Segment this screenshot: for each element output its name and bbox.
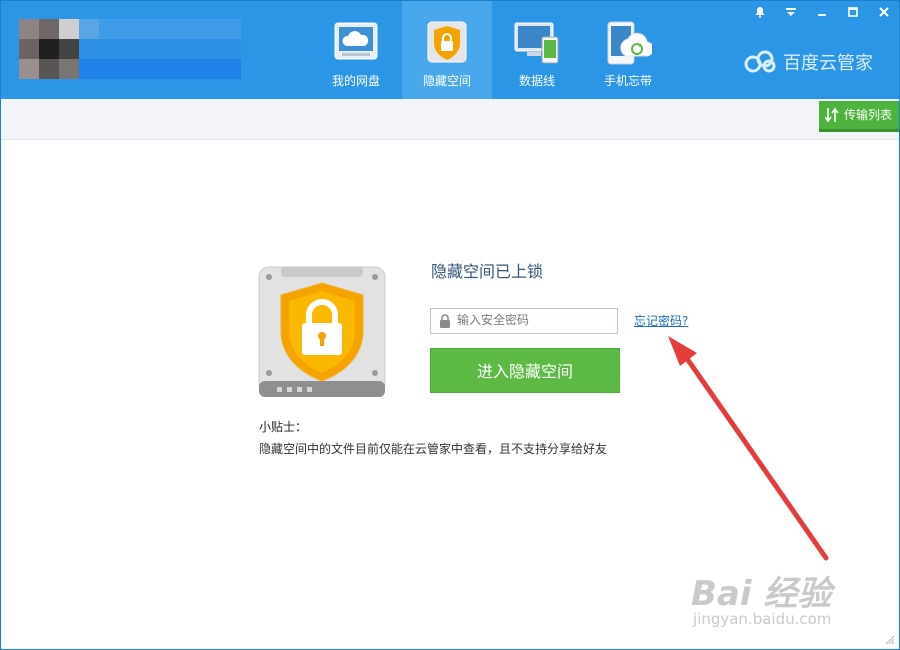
top-header: 我的网盘 隐藏空间 数据线 手机忘带 百度云管家 bbox=[1, 1, 899, 99]
baidu-cloud-logo-icon bbox=[744, 50, 776, 73]
brand-name: 百度云管家 bbox=[783, 53, 873, 74]
watermark-line2: jingyan.baidu.com bbox=[693, 610, 832, 628]
app-window: 我的网盘 隐藏空间 数据线 手机忘带 百度云管家 传输列表 隐藏空间已上锁 忘记… bbox=[0, 0, 900, 650]
minimize-icon[interactable] bbox=[807, 1, 837, 23]
forgot-password-link[interactable]: 忘记密码? bbox=[634, 312, 688, 329]
lock-shield-icon bbox=[427, 21, 467, 69]
tab-data-cable[interactable]: 数据线 bbox=[492, 1, 582, 99]
password-input[interactable] bbox=[457, 311, 607, 329]
lock-icon bbox=[440, 314, 450, 328]
hidden-space-lock-illustration bbox=[258, 266, 386, 397]
watermark-line1: Bai 经验 bbox=[691, 574, 832, 614]
monitor-phone-icon bbox=[513, 21, 561, 69]
cloud-drive-icon bbox=[334, 21, 378, 69]
tab-phone-forgot[interactable]: 手机忘带 bbox=[583, 1, 673, 99]
close-icon[interactable] bbox=[869, 1, 899, 23]
maximize-icon[interactable] bbox=[838, 1, 868, 23]
tip-text: 隐藏空间中的文件目前仅能在云管家中查看，且不支持分享给好友 bbox=[259, 442, 608, 456]
dropdown-icon[interactable] bbox=[776, 1, 806, 23]
tab-label: 隐藏空间 bbox=[422, 74, 471, 88]
tip-title: 小贴士： bbox=[259, 420, 308, 434]
avatar[interactable] bbox=[19, 19, 241, 79]
tab-hidden-space[interactable]: 隐藏空间 bbox=[402, 1, 492, 99]
window-controls bbox=[745, 1, 899, 23]
bell-icon[interactable] bbox=[745, 1, 775, 23]
toolbar: 传输列表 bbox=[1, 99, 899, 140]
transfer-arrows-icon bbox=[825, 107, 839, 123]
transfer-list-button[interactable]: 传输列表 bbox=[819, 101, 899, 132]
tab-label: 手机忘带 bbox=[603, 74, 652, 88]
phone-sync-icon bbox=[604, 21, 654, 71]
resize-grip-icon[interactable] bbox=[885, 635, 895, 645]
lock-status-title: 隐藏空间已上锁 bbox=[431, 262, 544, 281]
tab-my-drive[interactable]: 我的网盘 bbox=[311, 1, 401, 99]
tab-label: 我的网盘 bbox=[331, 74, 380, 88]
brand: 百度云管家 bbox=[743, 49, 873, 75]
enter-hidden-space-button[interactable]: 进入隐藏空间 bbox=[430, 348, 620, 393]
password-field-container[interactable] bbox=[430, 308, 618, 334]
transfer-list-label: 传输列表 bbox=[844, 108, 893, 122]
tab-label: 数据线 bbox=[518, 74, 555, 88]
